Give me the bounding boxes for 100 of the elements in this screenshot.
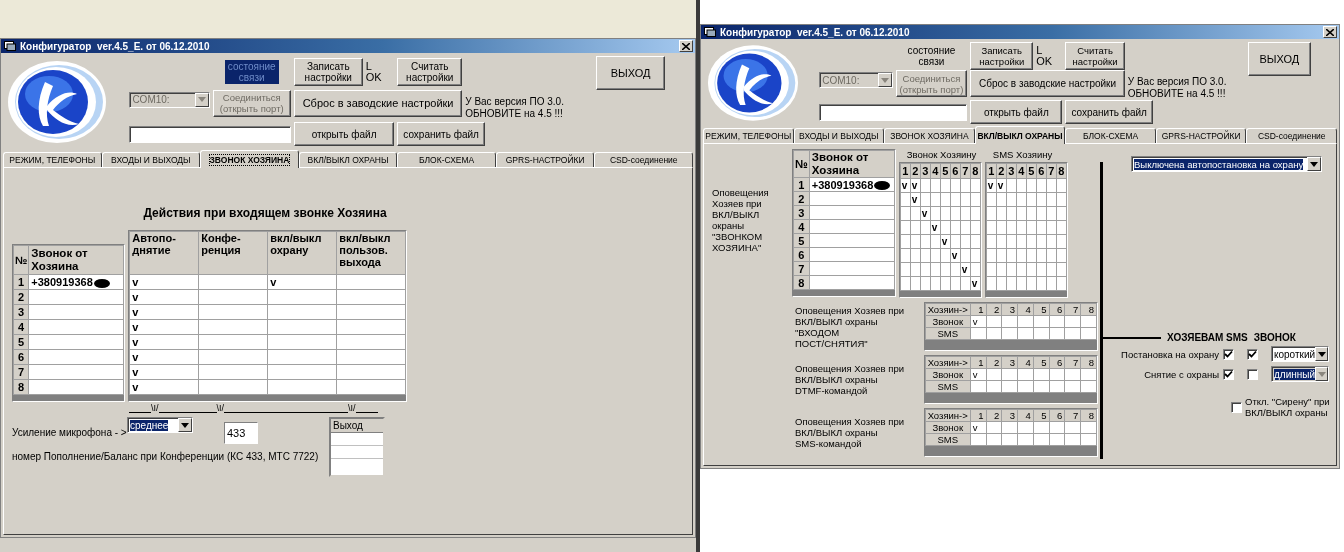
balance-number-field[interactable]: 433 — [224, 422, 258, 444]
tab[interactable]: ЗВОНОК ХОЗЯИНА — [200, 150, 299, 168]
factory-reset-button[interactable]: Сброс в заводские настройки — [970, 70, 1125, 97]
table-cell[interactable] — [940, 178, 951, 193]
table-cell[interactable] — [950, 262, 961, 277]
factory-reset-button[interactable]: Сброс в заводские настройки — [293, 89, 463, 117]
tab[interactable]: GPRS-НАСТРОЙКИ — [1155, 128, 1247, 143]
table-cell[interactable] — [1016, 206, 1027, 221]
table-cell[interactable] — [930, 248, 941, 263]
tab[interactable]: ВХОДЫ И ВЫХОДЫ — [793, 128, 885, 143]
table-cell[interactable] — [1016, 234, 1027, 249]
table-cell[interactable] — [1056, 220, 1067, 235]
read-settings-button[interactable]: Считать настройки — [1065, 41, 1125, 70]
table-cell[interactable] — [930, 192, 941, 207]
signal-select[interactable]: короткий — [1271, 346, 1329, 362]
table-cell[interactable] — [940, 248, 951, 263]
table-cell[interactable] — [930, 178, 941, 193]
table-cell[interactable] — [1036, 276, 1047, 291]
table-cell[interactable] — [1006, 178, 1017, 193]
table-cell[interactable] — [970, 248, 981, 263]
table-cell[interactable] — [970, 262, 981, 277]
checkbox[interactable] — [1247, 368, 1258, 380]
table-cell[interactable] — [930, 206, 941, 221]
table-cell[interactable] — [920, 248, 931, 263]
tab[interactable]: ВКЛ/ВЫКЛ ОХРАНЫ — [298, 152, 398, 167]
table-cell[interactable] — [1046, 276, 1057, 291]
table-cell[interactable] — [920, 262, 931, 277]
table-cell[interactable] — [1036, 234, 1047, 249]
table-cell[interactable] — [940, 206, 951, 221]
checkbox[interactable] — [1223, 348, 1234, 360]
tab[interactable]: РЕЖИМ, ТЕЛЕФОНЫ — [3, 152, 102, 167]
table-cell[interactable] — [910, 234, 921, 249]
table-cell[interactable] — [930, 276, 941, 291]
file-path-field[interactable] — [129, 125, 291, 143]
table-cell[interactable] — [996, 206, 1007, 221]
table-cell[interactable]: v — [940, 234, 951, 249]
table-cell[interactable]: v — [910, 178, 921, 193]
table-cell[interactable] — [950, 276, 961, 291]
table-cell[interactable] — [1036, 262, 1047, 277]
gain-select[interactable]: среднее — [127, 417, 193, 433]
table-cell[interactable] — [1056, 206, 1067, 221]
table-cell[interactable] — [996, 192, 1007, 207]
table-cell[interactable] — [960, 248, 971, 263]
table-cell[interactable] — [920, 220, 931, 235]
table-cell[interactable] — [996, 234, 1007, 249]
table-cell[interactable] — [960, 192, 971, 207]
table-cell[interactable]: v — [970, 276, 981, 291]
table-cell[interactable]: v — [920, 206, 931, 221]
table-cell[interactable] — [900, 220, 911, 235]
table-cell[interactable] — [1016, 276, 1027, 291]
table-cell[interactable] — [900, 192, 911, 207]
tab[interactable]: БЛОК-СХЕМА — [1065, 128, 1156, 143]
table-cell[interactable]: v — [986, 178, 997, 193]
table-cell[interactable] — [900, 234, 911, 249]
table-cell[interactable] — [1046, 192, 1057, 207]
write-settings-button[interactable]: Записать настройки — [970, 41, 1034, 70]
file-path-field[interactable] — [819, 103, 968, 121]
table-cell[interactable]: v — [910, 192, 921, 207]
table-cell[interactable] — [1026, 276, 1037, 291]
tab[interactable]: CSD-соединение — [1246, 128, 1338, 143]
table-cell[interactable] — [920, 276, 931, 291]
checkbox[interactable] — [1247, 348, 1258, 360]
table-cell[interactable] — [960, 234, 971, 249]
table-cell[interactable]: v — [950, 248, 961, 263]
table-cell[interactable] — [986, 248, 997, 263]
save-file-button[interactable]: сохранить файл — [397, 122, 485, 147]
table-cell[interactable] — [950, 234, 961, 249]
table-cell[interactable] — [986, 234, 997, 249]
table-cell[interactable] — [986, 276, 997, 291]
exit-button[interactable]: ВЫХОД — [596, 56, 665, 90]
table-cell[interactable] — [1056, 178, 1067, 193]
table-cell[interactable] — [940, 220, 951, 235]
table-cell[interactable] — [960, 206, 971, 221]
table-cell[interactable] — [1046, 234, 1057, 249]
table-cell[interactable] — [1036, 248, 1047, 263]
table-cell[interactable] — [960, 276, 971, 291]
tab[interactable]: ВКЛ/ВЫКЛ ОХРАНЫ — [974, 126, 1066, 144]
table-cell[interactable] — [1046, 220, 1057, 235]
table-cell[interactable] — [1006, 234, 1017, 249]
tab[interactable]: РЕЖИМ, ТЕЛЕФОНЫ — [703, 128, 794, 143]
table-cell[interactable] — [1006, 262, 1017, 277]
table-cell[interactable] — [1016, 192, 1027, 207]
table-cell[interactable] — [970, 206, 981, 221]
table-cell[interactable] — [1026, 178, 1037, 193]
table-cell[interactable] — [996, 248, 1007, 263]
table-cell[interactable] — [970, 234, 981, 249]
table-cell[interactable]: v — [900, 178, 911, 193]
table-cell[interactable] — [1046, 262, 1057, 277]
table-cell[interactable]: v — [960, 262, 971, 277]
table-cell[interactable] — [1036, 220, 1047, 235]
table-cell[interactable] — [1056, 234, 1067, 249]
tab[interactable]: БЛОК-СХЕМА — [397, 152, 496, 167]
table-cell[interactable] — [910, 248, 921, 263]
open-file-button[interactable]: открыть файл — [293, 122, 395, 147]
table-cell[interactable] — [1026, 192, 1037, 207]
table-cell[interactable] — [1026, 206, 1037, 221]
table-cell[interactable] — [1056, 248, 1067, 263]
table-cell[interactable] — [996, 276, 1007, 291]
table-cell[interactable] — [1016, 220, 1027, 235]
table-cell[interactable] — [900, 262, 911, 277]
